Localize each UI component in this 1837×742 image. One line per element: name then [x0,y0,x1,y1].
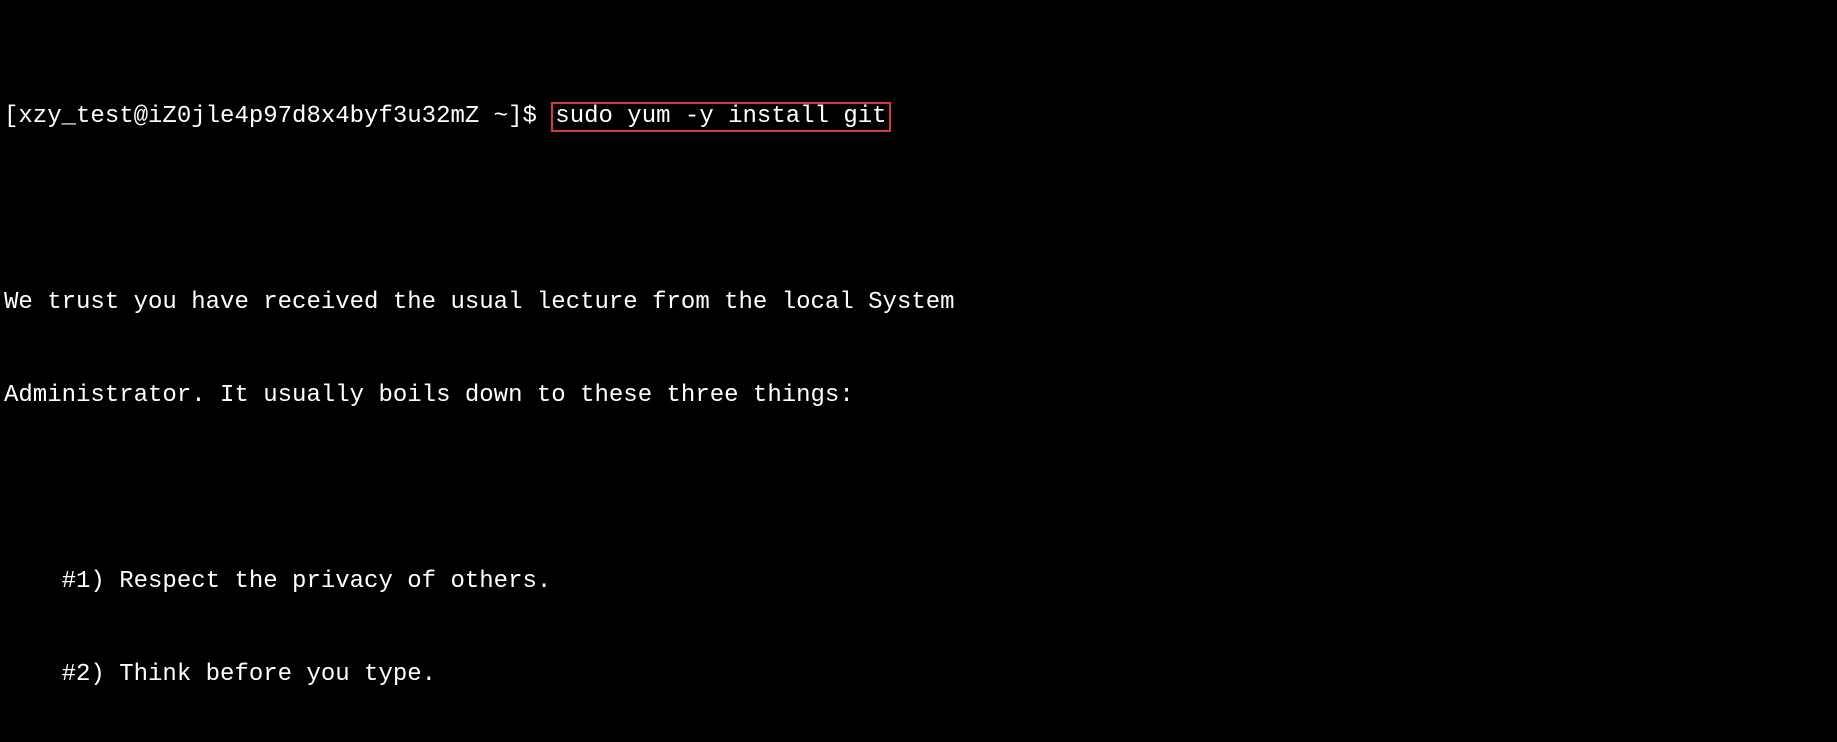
prompt-line: [xzy_test@iZ0jle4p97d8x4byf3u32mZ ~]$ su… [4,101,1833,132]
blank-line [4,473,1833,504]
terminal-window[interactable]: [xzy_test@iZ0jle4p97d8x4byf3u32mZ ~]$ su… [0,0,1837,742]
shell-prompt: [xzy_test@iZ0jle4p97d8x4byf3u32mZ ~]$ [4,103,551,130]
lecture-line-1: We trust you have received the usual lec… [4,287,1833,318]
blank-line [4,194,1833,225]
lecture-rule-2: #2) Think before you type. [4,659,1833,690]
command-highlight: sudo yum -y install git [551,102,890,132]
lecture-rule-1: #1) Respect the privacy of others. [4,566,1833,597]
lecture-line-2: Administrator. It usually boils down to … [4,380,1833,411]
